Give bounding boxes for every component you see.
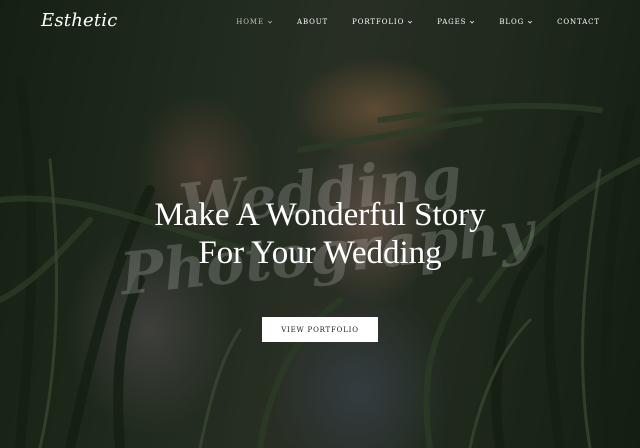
nav-item-portfolio[interactable]: PORTFOLIO (352, 18, 413, 26)
headline-line-1: Make A Wonderful Story (154, 197, 486, 233)
nav-item-label: PAGES (437, 18, 467, 26)
nav-item-label: ABOUT (296, 18, 329, 26)
chevron-down-icon (408, 20, 413, 24)
main-menu: HOME ABOUT PORTFOLIO PAGES BLOG CONTACT (212, 18, 600, 26)
nav-item-label: HOME (236, 18, 264, 26)
chevron-down-icon (470, 20, 475, 24)
headline-line-2: For Your Wedding (198, 235, 442, 271)
chevron-down-icon (528, 20, 533, 24)
view-portfolio-button[interactable]: VIEW PORTFOLIO (262, 317, 378, 342)
hero-headline: Make A Wonderful Story For Your Wedding (0, 196, 640, 272)
nav-item-label: PORTFOLIO (352, 18, 405, 26)
nav-item-blog[interactable]: BLOG (499, 18, 533, 26)
chevron-down-icon (267, 20, 273, 24)
nav-item-contact[interactable]: CONTACT (557, 18, 600, 26)
top-navigation: Esthetic HOME ABOUT PORTFOLIO PAGES BLOG… (0, 0, 640, 46)
site-logo[interactable]: Esthetic (41, 10, 118, 31)
nav-item-home[interactable]: HOME (236, 18, 273, 26)
nav-item-pages[interactable]: PAGES (437, 18, 475, 26)
nav-item-label: BLOG (499, 18, 525, 26)
nav-item-about[interactable]: ABOUT (297, 18, 328, 26)
nav-item-label: CONTACT (557, 18, 600, 26)
